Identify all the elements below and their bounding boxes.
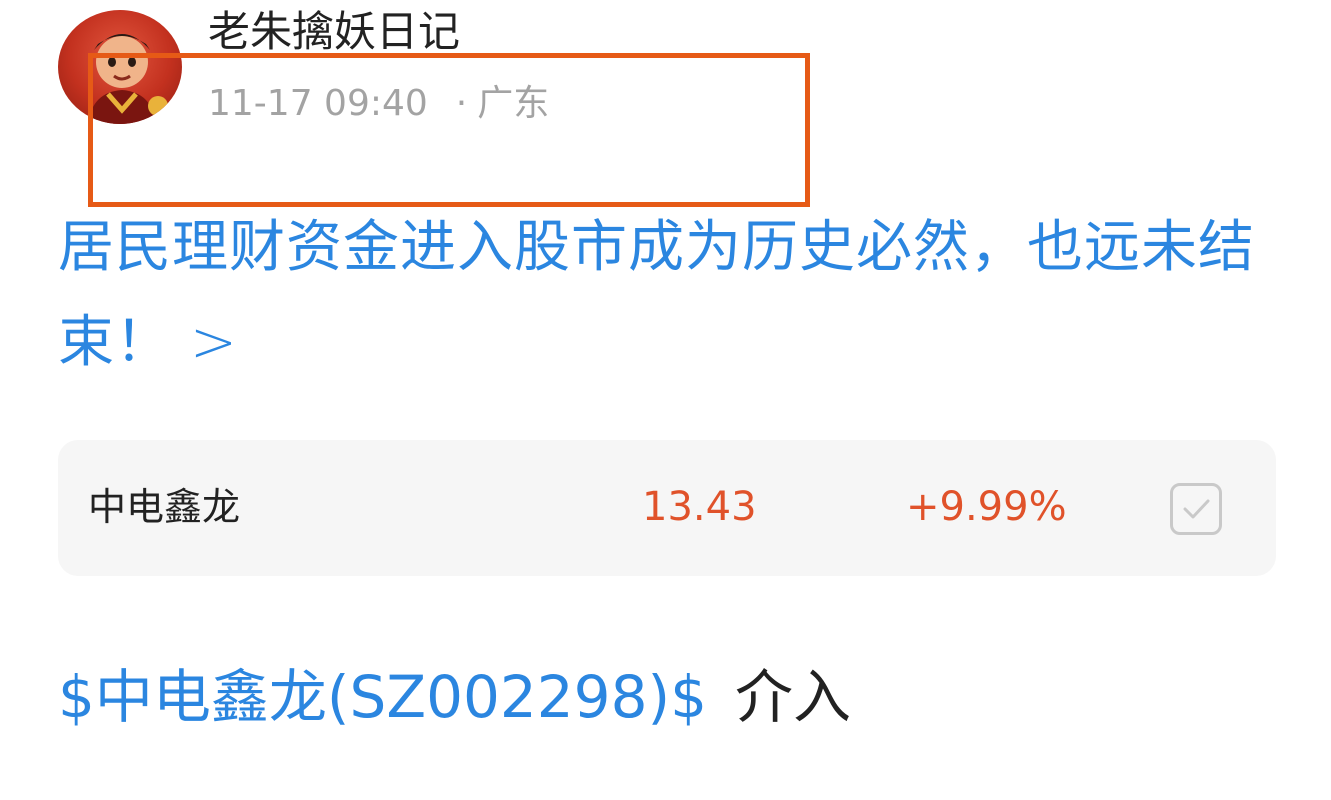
stock-name: 中电鑫龙 <box>88 485 241 529</box>
post-body-text: 介入 <box>735 663 852 731</box>
check-icon <box>1183 499 1210 519</box>
post-body-line: $中电鑫龙(SZ002298)$ 介入 <box>58 652 851 742</box>
stock-price: 13.43 <box>642 484 757 530</box>
stock-quote-card[interactable]: 中电鑫龙 13.43 +9.99% <box>58 440 1276 576</box>
chevron-right-icon: > <box>190 310 238 375</box>
post-title-link[interactable]: 居民理财资金进入股市成为历史必然，也远未结束！ > <box>58 200 1258 390</box>
stock-tag-link[interactable]: $中电鑫龙(SZ002298)$ <box>58 663 707 731</box>
author-name[interactable]: 老朱擒妖日记 <box>208 6 460 58</box>
stock-change-percent: +9.99% <box>906 484 1067 530</box>
highlight-annotation-box <box>88 53 810 207</box>
add-to-watchlist-button[interactable] <box>1170 483 1222 535</box>
